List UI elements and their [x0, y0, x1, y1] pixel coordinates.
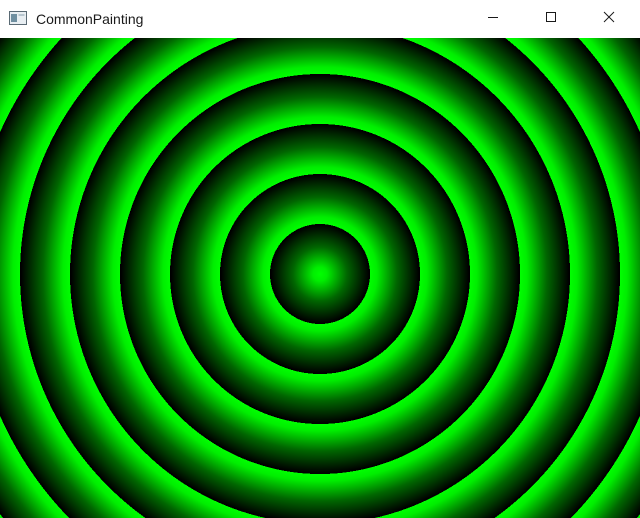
- app-window: CommonPainting: [0, 0, 640, 518]
- close-button[interactable]: [586, 0, 632, 38]
- maximize-icon: [545, 10, 557, 28]
- window-title: CommonPainting: [36, 11, 144, 27]
- app-window-icon: [9, 11, 27, 25]
- maximize-button[interactable]: [528, 0, 574, 38]
- minimize-button[interactable]: [470, 0, 516, 38]
- close-icon: [603, 10, 615, 28]
- painting-canvas: [0, 38, 640, 518]
- title-bar[interactable]: CommonPainting: [0, 0, 640, 38]
- minimize-icon: [487, 10, 499, 28]
